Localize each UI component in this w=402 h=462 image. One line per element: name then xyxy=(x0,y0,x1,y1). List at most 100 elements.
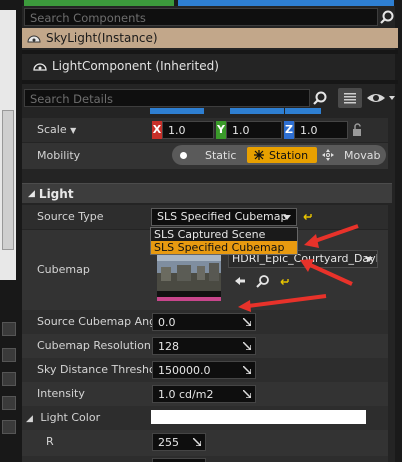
divider xyxy=(22,80,398,84)
viewport-edge xyxy=(0,0,22,462)
search-icon[interactable] xyxy=(313,91,327,105)
blue-bar xyxy=(178,0,394,6)
property-input[interactable]: 0.0 xyxy=(152,313,256,331)
light-section-header[interactable]: ◢ Light xyxy=(22,183,392,203)
property-row: Intensity 1.0 cd/m2 xyxy=(22,382,388,406)
menu-option-specified[interactable]: SLS Specified Cubemap xyxy=(151,241,297,254)
transform-bar xyxy=(285,108,321,114)
toolbar-icon[interactable] xyxy=(2,396,16,410)
property-row: Sky Distance Thresho 150000.0 xyxy=(22,358,388,382)
stationary-icon xyxy=(254,150,264,160)
property-input[interactable]: 150000.0 xyxy=(152,361,256,379)
property-label: Intensity xyxy=(37,387,85,400)
component-inherited-row[interactable]: LightComponent (Inherited) xyxy=(22,56,398,76)
transform-bar xyxy=(150,108,204,114)
property-label: Cubemap Resolution xyxy=(37,339,151,352)
property-input[interactable]: 128 xyxy=(152,337,256,355)
search-components-input[interactable]: Search Components xyxy=(24,8,378,26)
toolbar-icon[interactable] xyxy=(2,348,16,362)
toolbar-icon[interactable] xyxy=(2,372,16,386)
property-label: Sky Distance Thresho xyxy=(37,363,156,376)
scale-y-input[interactable]: 1.0 xyxy=(226,121,282,139)
move-icon xyxy=(322,149,334,161)
cubemap-thumbnail[interactable] xyxy=(156,252,222,302)
search-details-input[interactable]: Search Details xyxy=(24,89,310,107)
chevron-down-icon xyxy=(283,215,291,220)
cubemap-label: Cubemap xyxy=(37,263,90,276)
property-label: Source Cubemap Angl xyxy=(37,315,160,328)
light-color-swatch[interactable] xyxy=(151,410,366,424)
mobility-label: Mobility xyxy=(37,149,81,162)
drag-corner-icon xyxy=(243,366,251,374)
property-value: 0.0 xyxy=(158,316,176,329)
collapse-arrow-icon: ◢ xyxy=(28,188,35,199)
light-section-title: Light xyxy=(38,186,74,201)
annotation-arrow xyxy=(304,224,359,248)
lock-icon[interactable] xyxy=(352,123,364,137)
skylight-icon xyxy=(27,35,41,43)
component-inherited-label: LightComponent (Inherited) xyxy=(52,59,219,73)
y-axis-badge: Y xyxy=(216,121,226,139)
mobility-row: Mobility Static Station Movab xyxy=(22,143,388,169)
reset-to-default-icon[interactable] xyxy=(280,277,290,287)
use-selected-arrow-icon[interactable] xyxy=(234,275,246,287)
browse-search-icon[interactable] xyxy=(256,274,270,288)
eye-icon[interactable] xyxy=(366,90,396,106)
drag-corner-icon xyxy=(193,438,201,446)
property-value: 1.0 cd/m2 xyxy=(158,388,214,401)
mobility-movable-button[interactable]: Movab xyxy=(322,147,384,163)
source-type-menu: SLS Captured Scene SLS Specified Cubemap xyxy=(150,227,298,255)
divider xyxy=(22,50,398,54)
mobility-static-label: Static xyxy=(205,148,237,162)
property-matrix-button[interactable] xyxy=(338,88,362,108)
annotation-arrow xyxy=(238,294,327,312)
x-axis-badge: X xyxy=(152,121,162,139)
drag-corner-icon xyxy=(243,390,251,398)
scale-label[interactable]: Scale ▼ xyxy=(37,123,76,136)
menu-option-captured[interactable]: SLS Captured Scene xyxy=(151,228,297,241)
source-type-value: SLS Specified Cubemap xyxy=(157,210,288,223)
color-g-input[interactable] xyxy=(152,458,206,462)
mobility-toggle-group: Static Station Movab xyxy=(172,145,386,165)
color-g-row xyxy=(22,456,388,462)
reset-to-default-icon[interactable] xyxy=(303,212,313,222)
component-instance-row[interactable]: SkyLight(Instance) xyxy=(22,28,398,48)
list-view-icon xyxy=(344,93,356,104)
mobility-static-button[interactable]: Static xyxy=(180,147,246,163)
green-bar xyxy=(24,0,174,6)
toolbar-icon[interactable] xyxy=(2,420,16,434)
search-components-placeholder: Search Components xyxy=(30,11,146,25)
static-icon xyxy=(180,151,187,159)
scale-z-input[interactable]: 1.0 xyxy=(294,121,348,139)
property-value: 128 xyxy=(158,340,179,353)
drag-corner-icon xyxy=(243,318,251,326)
drag-corner-icon xyxy=(243,342,251,350)
transform-bar xyxy=(230,108,284,114)
viewport-object xyxy=(2,110,14,250)
light-color-label[interactable]: ◢ Light Color xyxy=(26,411,100,424)
chevron-down-icon xyxy=(365,257,373,262)
top-strip xyxy=(0,0,402,6)
cubemap-preview-image xyxy=(157,253,221,301)
mobility-station-button[interactable]: Station xyxy=(247,147,317,163)
color-r-row: R 255 xyxy=(22,430,388,456)
property-value: 150000.0 xyxy=(158,364,211,377)
color-r-label: R xyxy=(46,435,54,448)
color-r-value: 255 xyxy=(158,436,179,449)
skylight-icon xyxy=(33,63,47,71)
source-type-label: Source Type xyxy=(37,210,104,223)
annotation-arrow xyxy=(300,259,353,286)
z-axis-badge: Z xyxy=(284,121,294,139)
component-instance-label: SkyLight(Instance) xyxy=(46,31,158,45)
search-details-placeholder: Search Details xyxy=(30,92,114,106)
color-r-input[interactable]: 255 xyxy=(152,433,206,451)
mobility-movable-label: Movab xyxy=(344,148,381,162)
property-row: Source Cubemap Angl 0.0 xyxy=(22,310,388,334)
mobility-station-label: Station xyxy=(269,148,309,162)
source-type-dropdown[interactable]: SLS Specified Cubemap xyxy=(151,208,297,226)
toolbar-icon[interactable] xyxy=(2,322,16,336)
scale-row: Scale ▼ X 1.0 Y 1.0 Z 1.0 xyxy=(22,118,388,142)
scale-x-input[interactable]: 1.0 xyxy=(162,121,214,139)
search-icon[interactable] xyxy=(380,10,394,24)
property-input[interactable]: 1.0 cd/m2 xyxy=(152,385,256,403)
